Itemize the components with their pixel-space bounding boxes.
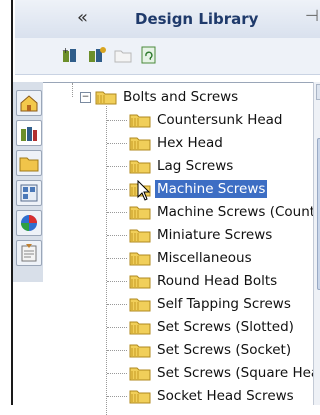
tree-node[interactable]: Hex Head (129, 132, 225, 154)
folder-icon (129, 113, 151, 128)
tree-node[interactable]: Lag Screws (129, 155, 235, 177)
tree-guide-line (107, 166, 127, 167)
tree-guide-line (107, 350, 127, 351)
design-library-tab-icon[interactable] (16, 120, 42, 146)
svg-text:+: + (62, 46, 69, 55)
folder-icon (129, 274, 151, 289)
tree-node-label: Lag Screws (157, 158, 234, 174)
folder-icon (129, 343, 151, 358)
tree-node-label: Set Screws (Socket) (157, 342, 292, 358)
view-palette-tab-icon[interactable] (16, 180, 42, 206)
tree-guide-line (107, 235, 127, 236)
tree-guide-line (107, 258, 127, 259)
library-toolbar: + (15, 38, 320, 75)
panel-title: Design Library (135, 10, 259, 28)
tree-node-label: Miniature Screws (157, 227, 273, 243)
folder-icon (129, 159, 151, 174)
tree-node-label: Countersunk Head (157, 112, 283, 128)
appearances-tab-icon[interactable] (16, 210, 42, 236)
tree-node-bolts-and-screws[interactable]: Bolts and Screws (95, 86, 240, 108)
tree-node[interactable]: Countersunk Head (129, 109, 285, 131)
tree-node[interactable]: Set Screws (Square Head (129, 362, 320, 384)
collapse-panel-button[interactable]: « (77, 5, 88, 31)
tree-node[interactable]: Round Head Bolts (129, 270, 279, 292)
tree-node[interactable]: Machine Screws (Counter (129, 201, 320, 223)
tree-guide-line (107, 327, 127, 328)
tree-node[interactable]: Miniature Screws (129, 224, 274, 246)
pin-icon[interactable]: ⊣ (305, 6, 319, 25)
folder-icon (95, 90, 117, 105)
tree-guide-line (107, 120, 127, 121)
folder-icon (129, 251, 151, 266)
folder-icon (129, 297, 151, 312)
tree-node-label: Set Screws (Square Head (157, 365, 320, 381)
tree-node-label: Self Tapping Screws (157, 296, 291, 312)
folder-icon (129, 320, 151, 335)
tree-node-label: Socket Head Screws (157, 388, 294, 404)
tree-guide-line (107, 143, 127, 144)
folder-icon (129, 389, 151, 404)
tree-guide-line (107, 281, 127, 282)
tree-node-label: Machine Screws (Counter (157, 204, 320, 220)
folder-icon (129, 136, 151, 151)
tree-guide-line (72, 83, 73, 97)
panel-titlebar: « Design Library ⊣ (15, 0, 320, 38)
folder-icon (129, 228, 151, 243)
tree-guide-line (107, 396, 127, 397)
tree-node-label: Miscellaneous (157, 250, 252, 266)
folder-icon (129, 366, 151, 381)
add-folder-icon[interactable] (87, 46, 107, 64)
library-tree: − Bolts and Screws Countersunk Head Hex Hea… (43, 82, 320, 415)
tree-node-label: Bolts and Screws (123, 89, 239, 105)
scroll-up-button[interactable]: ▲ (316, 84, 320, 100)
mouse-cursor-icon (137, 179, 151, 202)
file-explorer-tab-icon[interactable] (16, 150, 42, 176)
tree-guide-line (106, 106, 107, 415)
tree-node-label: Set Screws (Slotted) (157, 319, 294, 335)
folder-icon (129, 205, 151, 220)
tree-node[interactable]: Self Tapping Screws (129, 293, 293, 315)
tree-node-label: Hex Head (157, 135, 223, 151)
collapse-node-icon[interactable]: − (80, 92, 91, 103)
tree-guide-line (107, 212, 127, 213)
create-new-folder-icon[interactable] (113, 46, 133, 64)
custom-properties-tab-icon[interactable] (16, 240, 42, 266)
tree-node[interactable]: Set Screws (Slotted) (129, 316, 296, 338)
tree-guide-line (107, 373, 127, 374)
tree-guide-line (107, 304, 127, 305)
add-to-library-icon[interactable]: + (61, 46, 81, 64)
home-tab-icon[interactable] (16, 90, 42, 116)
tree-node[interactable]: Set Screws (Socket) (129, 339, 293, 361)
tree-guide-line (107, 189, 127, 190)
tree-node-label: Round Head Bolts (157, 273, 278, 289)
tree-node[interactable]: Miscellaneous (129, 247, 254, 269)
refresh-icon[interactable] (139, 46, 159, 64)
tree-scrollbar[interactable]: ▲ (313, 82, 320, 405)
design-library-panel: « Design Library ⊣ + − Bolts and Screws … (11, 0, 320, 415)
tree-node[interactable]: Socket Head Screws (129, 385, 296, 407)
task-pane-tabs (13, 82, 44, 282)
tree-node-label: Machine Screws (155, 180, 268, 198)
